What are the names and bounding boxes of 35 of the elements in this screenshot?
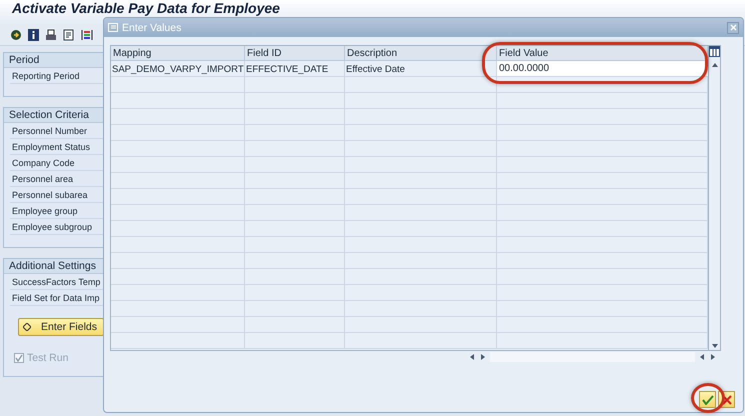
column-header[interactable]: Field ID — [245, 46, 345, 60]
highlight-ring — [691, 383, 725, 413]
group-title: Period — [4, 53, 103, 68]
scroll-up-arrow[interactable] — [710, 61, 718, 69]
column-header[interactable]: Field Value — [497, 46, 708, 60]
document-icon[interactable] — [63, 28, 75, 40]
column-header[interactable]: Mapping — [111, 46, 245, 60]
group-title: Selection Criteria — [4, 108, 103, 123]
print-icon[interactable] — [45, 28, 57, 40]
scroll-left-arrow[interactable] — [698, 353, 706, 361]
column-header[interactable]: Description — [345, 46, 497, 60]
table-cell: SAP_DEMO_VARPY_IMPORT — [111, 61, 245, 76]
cross-icon — [722, 394, 732, 404]
scroll-right-arrow[interactable] — [709, 353, 717, 361]
checkmark-icon — [702, 394, 714, 404]
confirm-button[interactable] — [699, 391, 716, 408]
table-settings-icon[interactable] — [709, 46, 720, 57]
layout-icon[interactable] — [81, 28, 93, 40]
vertical-scrollbar[interactable] — [709, 45, 721, 351]
info-icon[interactable] — [28, 28, 39, 40]
checkbox-label: Test Run — [27, 352, 68, 364]
close-button[interactable] — [727, 22, 739, 34]
page-title: Activate Variable Pay Data for Employee — [12, 1, 280, 16]
dialog-title: Enter Values — [122, 22, 182, 34]
execute-icon[interactable] — [10, 28, 22, 40]
group-title: Additional Settings — [4, 259, 103, 274]
enter-fields-button[interactable]: Enter Fields — [18, 318, 104, 336]
scroll-right-arrow[interactable] — [479, 353, 487, 361]
scroll-down-arrow[interactable] — [710, 342, 718, 350]
value-input[interactable]: 00.00.0000 — [497, 61, 708, 76]
dialog-icon — [108, 23, 118, 32]
close-icon — [730, 24, 736, 30]
scroll-left-arrow[interactable] — [468, 353, 476, 361]
table-cell: EFFECTIVE_DATE — [245, 61, 345, 76]
diamond-icon — [23, 323, 31, 331]
